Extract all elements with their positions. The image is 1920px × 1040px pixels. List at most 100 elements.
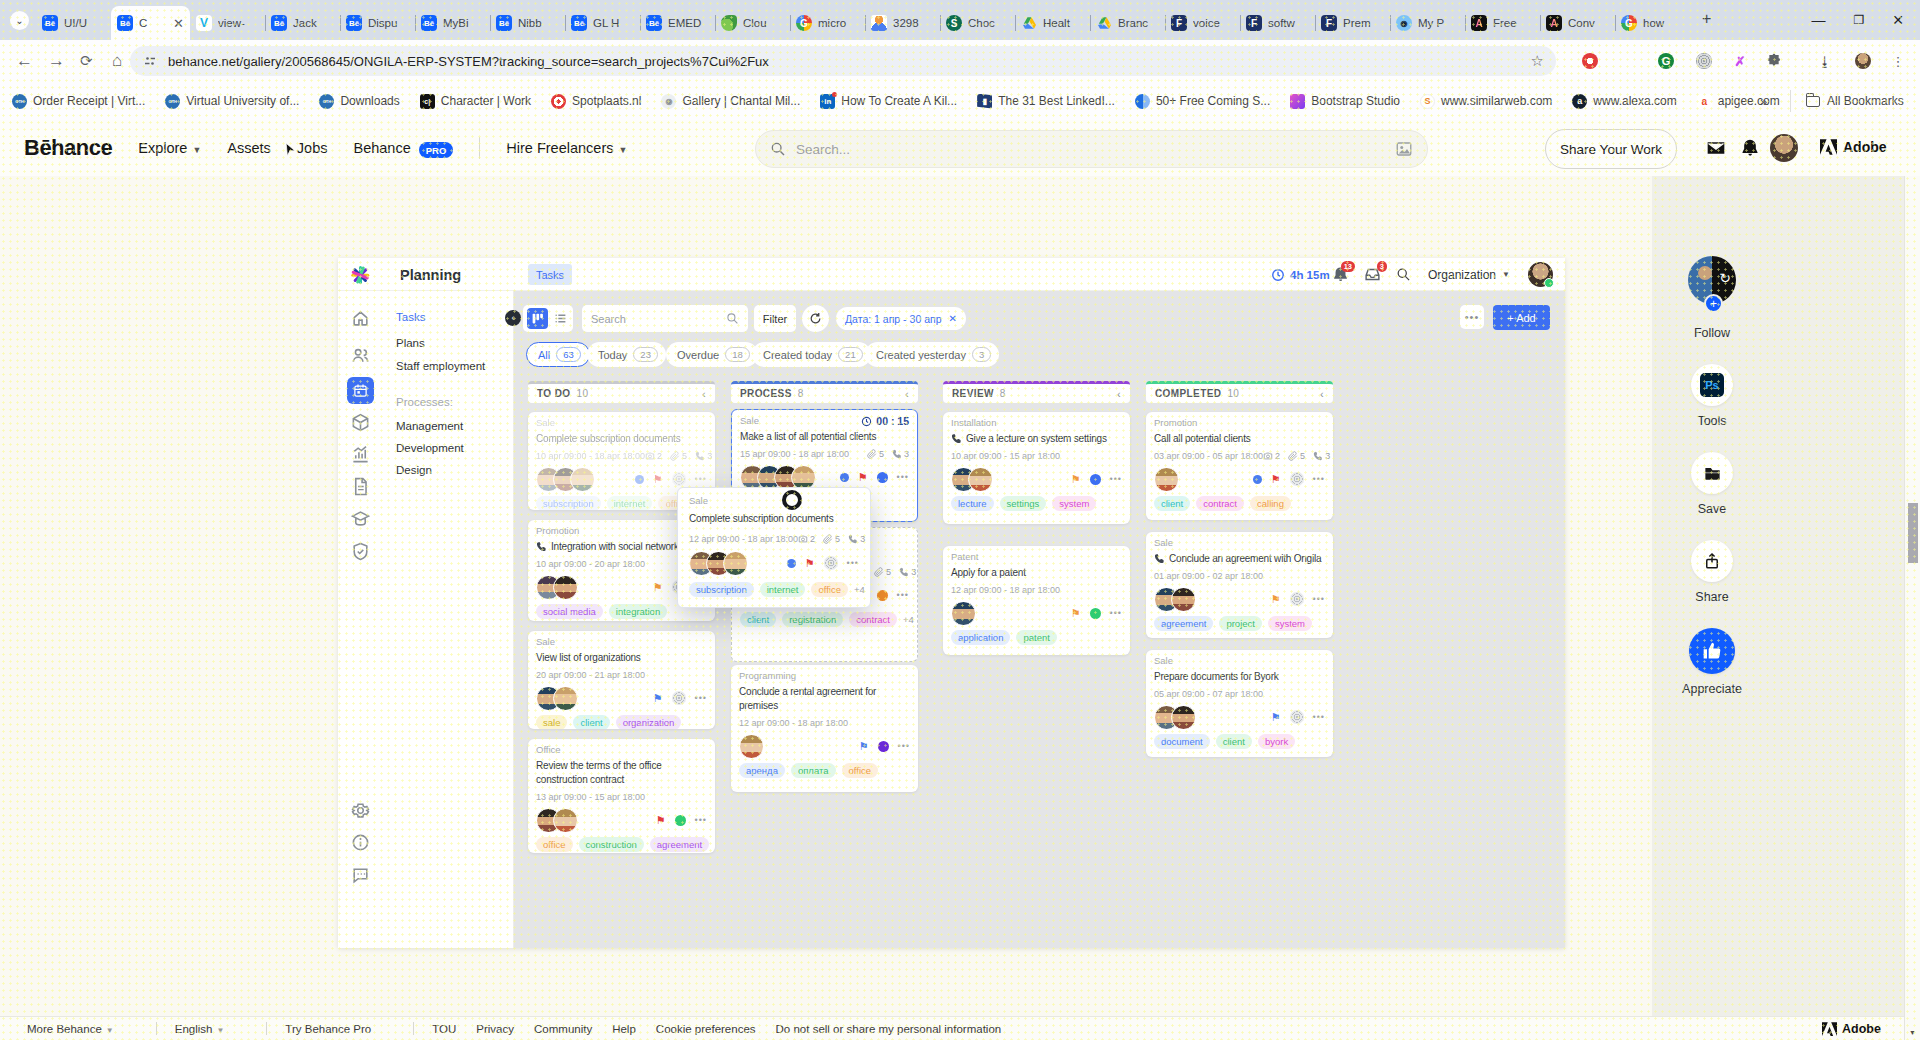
image-search-icon[interactable] <box>1395 140 1413 158</box>
globe-icon[interactable] <box>672 472 686 486</box>
column-header[interactable]: COMPLETED10‹ <box>1146 381 1333 403</box>
browser-tab[interactable]: AConv <box>1540 6 1615 40</box>
bookmark-item[interactable]: Swww.similarweb.com <box>1420 94 1552 109</box>
bookmark-item[interactable]: awww.alexa.com <box>1572 94 1676 109</box>
filter-button[interactable]: Filter <box>754 305 796 332</box>
column-header[interactable]: TO DO10‹ <box>528 381 715 403</box>
browser-tab[interactable]: FPrem <box>1315 6 1390 40</box>
browser-tab[interactable]: Gmicro <box>790 6 865 40</box>
gear-icon[interactable] <box>351 801 370 820</box>
card-more-icon[interactable]: ••• <box>1313 594 1325 604</box>
save-button[interactable] <box>1691 452 1733 494</box>
browser-tab[interactable]: BēUI/U <box>36 6 111 40</box>
sidebar-collapse-button[interactable]: ‹ <box>505 310 521 326</box>
flag-icon[interactable]: ⚑ <box>1271 712 1281 723</box>
info-icon[interactable] <box>351 833 370 852</box>
all-bookmarks-button[interactable]: All Bookmarks <box>1806 94 1904 108</box>
card-more-icon[interactable]: ••• <box>898 741 910 751</box>
sidebar-item-tasks[interactable]: Tasks <box>396 311 425 323</box>
task-card[interactable]: Patent Apply for a patent 12 apr 09:00 -… <box>943 546 1130 655</box>
globe-icon[interactable] <box>1290 710 1304 724</box>
browser-tab[interactable]: Branc <box>1090 6 1165 40</box>
card-more-icon[interactable]: ••• <box>695 693 707 703</box>
tab-close-icon[interactable]: ✕ <box>173 16 184 31</box>
app-search-icon[interactable] <box>1396 258 1411 291</box>
footer-link[interactable]: Do not sell or share my personal informa… <box>776 1023 1002 1035</box>
browser-tab[interactable]: ◉My P <box>1390 6 1465 40</box>
scrollbar-thumb[interactable] <box>1908 503 1918 563</box>
messages-icon[interactable] <box>1706 138 1726 158</box>
bookmarks-overflow-icon[interactable]: » <box>1760 94 1767 109</box>
chat-icon[interactable] <box>351 866 370 885</box>
status-circle-icon[interactable] <box>877 472 888 483</box>
bookmark-item[interactable]: Spotplaats.nl <box>551 94 641 109</box>
site-info-icon[interactable] <box>142 55 158 67</box>
bookmark-star-icon[interactable]: ☆ <box>1531 52 1544 70</box>
tools-button[interactable]: Ps <box>1691 364 1733 406</box>
flag-icon[interactable]: ⚑ <box>653 582 663 593</box>
app-notifications[interactable]: 13 <box>1332 258 1349 291</box>
globe-icon[interactable] <box>1290 592 1304 606</box>
card-more-icon[interactable]: ••• <box>1313 712 1325 722</box>
adobe-logo[interactable]: Adobe <box>1820 139 1887 155</box>
footer-more-behance[interactable]: More Behance▼ <box>27 1023 114 1035</box>
nav-explore[interactable]: Explore▼ <box>138 140 201 156</box>
dragged-card[interactable]: Sale Complete subscription documents 12 … <box>677 487 871 608</box>
extension-opera-icon[interactable] <box>1582 53 1598 69</box>
forward-button[interactable]: → <box>48 51 65 71</box>
share-button[interactable] <box>1691 540 1733 582</box>
add-task-button[interactable]: + Add <box>1493 305 1550 330</box>
bookmark-item[interactable]: aapigee.com <box>1697 94 1780 109</box>
status-circle-icon[interactable] <box>877 590 888 601</box>
follow-label[interactable]: Follow <box>1652 326 1772 340</box>
collapse-column-icon[interactable]: ‹ <box>905 388 909 400</box>
browser-tab[interactable]: BēGL H <box>565 6 640 40</box>
globe-icon[interactable] <box>1290 472 1304 486</box>
downloads-icon[interactable]: ⭳ <box>1817 53 1833 69</box>
tab-search-chevron-icon[interactable]: ⌄ <box>10 11 29 30</box>
task-card[interactable]: Sale View list of organizations 20 apr 0… <box>528 631 715 729</box>
behance-logo[interactable]: Bēhance <box>24 135 112 161</box>
status-circle-icon[interactable] <box>675 815 686 826</box>
home-button[interactable]: ⌂ <box>112 51 122 71</box>
status-circle-icon[interactable] <box>1090 608 1101 619</box>
card-more-icon[interactable]: ••• <box>695 474 707 484</box>
task-card[interactable]: Office Review the terms of the office co… <box>528 739 715 853</box>
address-bar[interactable]: behance.net/gallery/200568645/ONGILA-ERP… <box>130 46 1556 76</box>
cap-icon[interactable] <box>351 509 370 528</box>
filter-chip-created-today[interactable]: Created today21 <box>752 342 871 367</box>
nav-hire-freelancers[interactable]: Hire Freelancers▼ <box>506 140 627 156</box>
bookmark-item[interactable]: ▮The 31 Best LinkedI... <box>977 94 1115 109</box>
task-card[interactable]: Programming Conclude a rental agreement … <box>731 665 918 792</box>
filter-chip-today[interactable]: Today23 <box>587 342 666 367</box>
chart-icon[interactable] <box>351 445 370 464</box>
follow-plus-badge[interactable]: + <box>1704 294 1723 313</box>
flag-icon[interactable]: ⚑ <box>1071 608 1081 619</box>
card-more-icon[interactable]: ••• <box>1110 608 1122 618</box>
status-circle-icon[interactable] <box>1090 474 1101 485</box>
flag-icon[interactable]: ⚑ <box>656 815 666 826</box>
browser-tab[interactable]: SChoc <box>940 6 1015 40</box>
appreciate-button[interactable] <box>1689 628 1735 674</box>
column-header[interactable]: REVIEW8‹ <box>943 381 1130 403</box>
sidebar-item-design[interactable]: Design <box>396 464 432 476</box>
home-icon[interactable] <box>351 309 370 328</box>
extension-grammarly-icon[interactable]: G <box>1658 53 1674 69</box>
browser-tab[interactable]: BēJack <box>265 6 340 40</box>
card-more-icon[interactable]: ••• <box>897 472 909 482</box>
filter-chip-overdue[interactable]: Overdue18 <box>666 342 758 367</box>
page-scrollbar[interactable]: ▲ ▼ <box>1904 120 1920 1040</box>
flag-icon[interactable]: ⚑ <box>858 472 868 483</box>
kanban-view-button[interactable] <box>527 308 548 329</box>
flag-icon[interactable]: ⚑ <box>805 558 815 569</box>
shield-icon[interactable] <box>351 542 370 561</box>
org-dropdown[interactable]: Organization▼ <box>1428 258 1510 291</box>
sidebar-item-plans[interactable]: Plans <box>396 337 425 349</box>
globe-icon[interactable] <box>672 691 686 705</box>
nav-behance-pro[interactable]: BehancePRO <box>353 140 453 156</box>
status-dot-icon[interactable] <box>1253 475 1262 484</box>
share-your-work-button[interactable]: Share Your Work <box>1545 129 1677 169</box>
scroll-down-arrow[interactable]: ▼ <box>1909 1029 1916 1036</box>
extension-globe-icon[interactable] <box>1696 53 1712 69</box>
users-icon[interactable] <box>351 346 370 365</box>
